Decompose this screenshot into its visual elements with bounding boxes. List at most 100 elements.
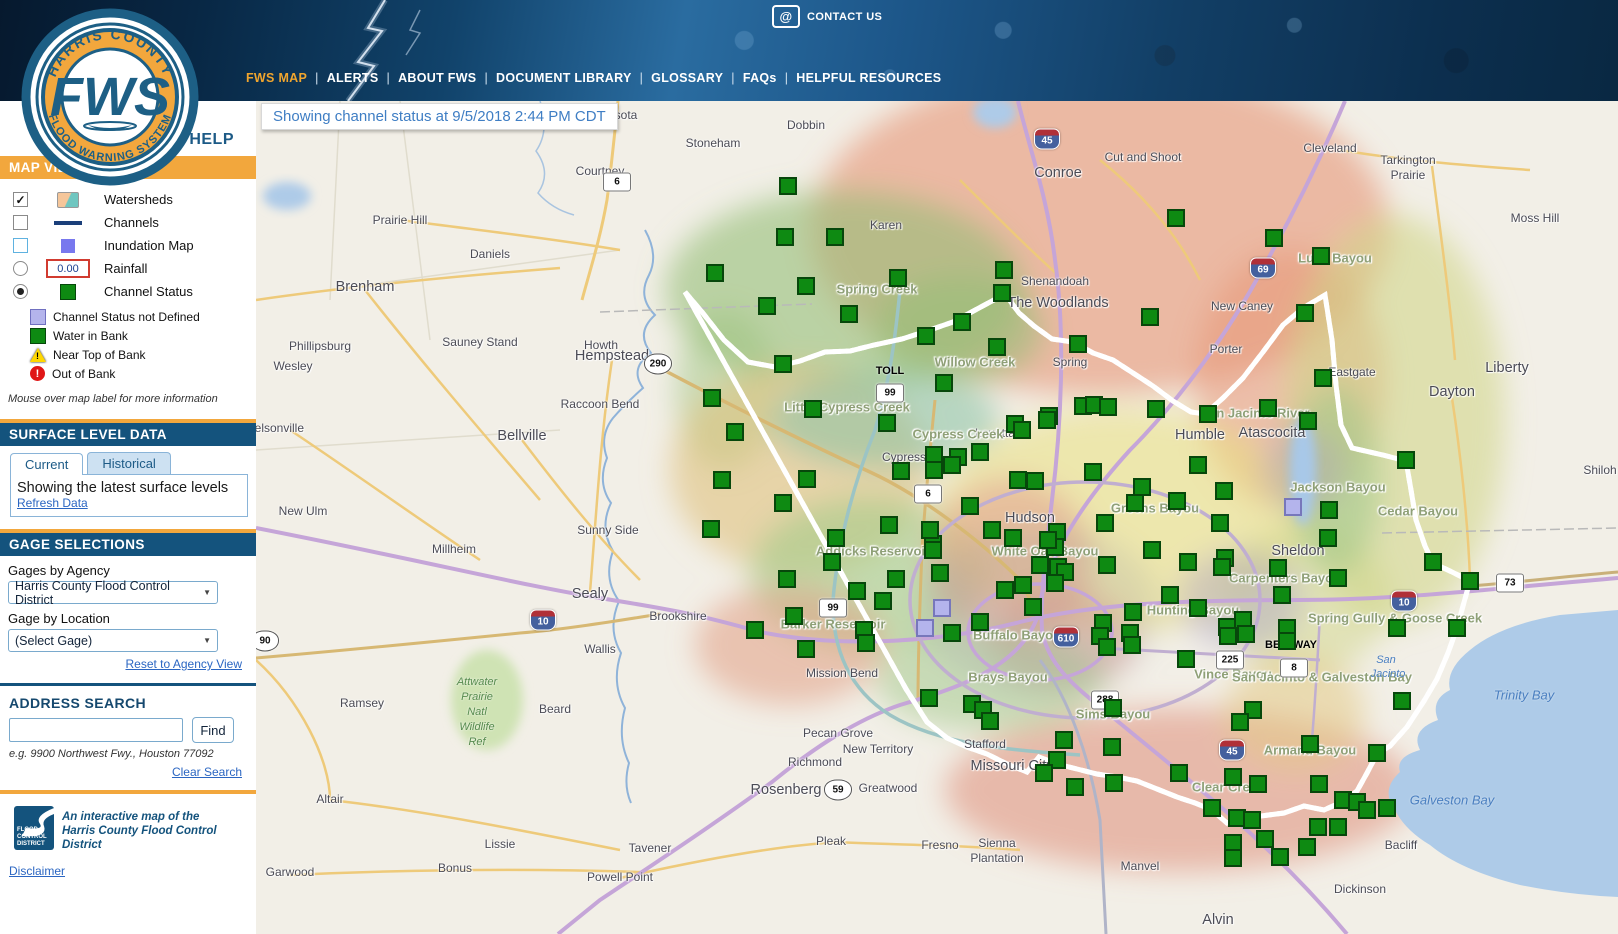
channel-status-marker-water-in-bank[interactable]: [823, 553, 841, 571]
channel-status-marker-water-in-bank[interactable]: [797, 277, 815, 295]
channel-status-marker-water-in-bank[interactable]: [1269, 559, 1287, 577]
channel-status-marker-water-in-bank[interactable]: [1224, 849, 1242, 867]
channel-status-marker-water-in-bank[interactable]: [889, 269, 907, 287]
channel-status-marker-water-in-bank[interactable]: [1124, 603, 1142, 621]
channel-status-marker-water-in-bank[interactable]: [1299, 412, 1317, 430]
channel-status-marker-water-in-bank[interactable]: [703, 389, 721, 407]
channel-status-marker-water-in-bank[interactable]: [1141, 308, 1159, 326]
channel-status-marker-water-in-bank[interactable]: [778, 570, 796, 588]
channel-status-marker-water-in-bank[interactable]: [993, 284, 1011, 302]
channel-status-marker-water-in-bank[interactable]: [1329, 569, 1347, 587]
channel-status-marker-water-in-bank[interactable]: [1211, 514, 1229, 532]
channel-status-marker-water-in-bank[interactable]: [1026, 472, 1044, 490]
location-dropdown[interactable]: (Select Gage) ▼: [8, 629, 218, 652]
channel-status-marker-water-in-bank[interactable]: [925, 461, 943, 479]
channel-status-marker-water-in-bank[interactable]: [1039, 531, 1057, 549]
inundation-map-checkbox[interactable]: [13, 238, 28, 253]
contact-us-button[interactable]: @ CONTACT US: [772, 5, 882, 28]
watersheds-checkbox[interactable]: ✓: [13, 192, 28, 207]
channel-status-marker-water-in-bank[interactable]: [983, 521, 1001, 539]
channel-status-marker-water-in-bank[interactable]: [797, 640, 815, 658]
nav-item-about-fws[interactable]: ABOUT FWS: [390, 68, 484, 88]
channel-status-marker-water-in-bank[interactable]: [887, 570, 905, 588]
channel-status-marker-water-in-bank[interactable]: [1123, 636, 1141, 654]
channel-status-marker-water-in-bank[interactable]: [1168, 492, 1186, 510]
nav-item-fws-map[interactable]: FWS MAP: [238, 68, 315, 88]
channel-status-marker-water-in-bank[interactable]: [1219, 627, 1237, 645]
rainfall-radio[interactable]: [13, 261, 28, 276]
channel-status-marker-water-in-bank[interactable]: [1259, 399, 1277, 417]
channel-status-marker-water-in-bank[interactable]: [776, 228, 794, 246]
channel-status-marker-water-in-bank[interactable]: [1066, 778, 1084, 796]
channel-status-marker-water-in-bank[interactable]: [1378, 799, 1396, 817]
disclaimer-link[interactable]: Disclaimer: [9, 864, 65, 878]
channel-status-marker-water-in-bank[interactable]: [874, 592, 892, 610]
channel-status-marker-water-in-bank[interactable]: [827, 529, 845, 547]
channel-status-marker-water-in-bank[interactable]: [1388, 619, 1406, 637]
channel-status-marker-water-in-bank[interactable]: [1231, 713, 1249, 731]
channel-status-marker-water-in-bank[interactable]: [1143, 541, 1161, 559]
channel-status-marker-water-in-bank[interactable]: [1368, 744, 1386, 762]
channel-status-marker-water-in-bank[interactable]: [1031, 556, 1049, 574]
channels-checkbox[interactable]: [13, 215, 28, 230]
channel-status-marker-water-in-bank[interactable]: [1448, 619, 1466, 637]
channel-status-marker-water-in-bank[interactable]: [726, 423, 744, 441]
channel-status-marker-water-in-bank[interactable]: [1273, 586, 1291, 604]
tab-historical[interactable]: Historical: [87, 452, 170, 474]
channel-status-marker-water-in-bank[interactable]: [1126, 494, 1144, 512]
find-button[interactable]: Find: [192, 717, 234, 743]
channel-status-marker-water-in-bank[interactable]: [1256, 830, 1274, 848]
channel-status-marker-water-in-bank[interactable]: [779, 177, 797, 195]
channel-status-marker-water-in-bank[interactable]: [1199, 405, 1217, 423]
channel-status-marker-water-in-bank[interactable]: [1035, 764, 1053, 782]
clear-search-link[interactable]: Clear Search: [172, 765, 242, 779]
channel-status-marker-water-in-bank[interactable]: [924, 541, 942, 559]
channel-status-marker-water-in-bank[interactable]: [1046, 574, 1064, 592]
channel-status-marker-water-in-bank[interactable]: [971, 613, 989, 631]
channel-status-marker-water-in-bank[interactable]: [971, 443, 989, 461]
channel-status-marker-water-in-bank[interactable]: [774, 355, 792, 373]
channel-status-marker-water-in-bank[interactable]: [1424, 553, 1442, 571]
nav-item-faqs[interactable]: FAQs: [735, 68, 785, 88]
map-canvas[interactable]: Showing channel status at 9/5/2018 2:44 …: [256, 101, 1618, 934]
channel-status-marker-water-in-bank[interactable]: [1161, 586, 1179, 604]
channel-status-marker-water-in-bank[interactable]: [1014, 576, 1032, 594]
channel-status-marker-water-in-bank[interactable]: [1104, 699, 1122, 717]
channel-status-marker-water-in-bank[interactable]: [1358, 801, 1376, 819]
channel-status-marker-water-in-bank[interactable]: [1069, 335, 1087, 353]
channel-status-marker-water-in-bank[interactable]: [746, 621, 764, 639]
channel-status-marker-water-in-bank[interactable]: [1009, 471, 1027, 489]
channel-status-marker-water-in-bank[interactable]: [920, 689, 938, 707]
channel-status-marker-water-in-bank[interactable]: [1215, 482, 1233, 500]
channel-status-marker-water-in-bank[interactable]: [996, 581, 1014, 599]
channel-status-marker-water-in-bank[interactable]: [931, 564, 949, 582]
channel-status-marker-water-in-bank[interactable]: [988, 338, 1006, 356]
channel-status-marker-water-in-bank[interactable]: [935, 374, 953, 392]
channel-status-marker-water-in-bank[interactable]: [1024, 598, 1042, 616]
channel-status-marker-water-in-bank[interactable]: [1461, 572, 1479, 590]
channel-status-marker-water-in-bank[interactable]: [774, 494, 792, 512]
channel-status-radio[interactable]: [13, 284, 28, 299]
channel-status-marker-water-in-bank[interactable]: [1013, 421, 1031, 439]
channel-status-marker-water-in-bank[interactable]: [1105, 774, 1123, 792]
channel-status-marker-water-in-bank[interactable]: [1096, 514, 1114, 532]
channel-status-marker-water-in-bank[interactable]: [981, 712, 999, 730]
channel-status-marker-water-in-bank[interactable]: [713, 471, 731, 489]
nav-item-glossary[interactable]: GLOSSARY: [643, 68, 731, 88]
channel-status-marker-water-in-bank[interactable]: [758, 297, 776, 315]
channel-status-marker-water-in-bank[interactable]: [1147, 400, 1165, 418]
channel-status-marker-not-defined[interactable]: [916, 619, 934, 637]
channel-status-marker-water-in-bank[interactable]: [1179, 553, 1197, 571]
channel-status-marker-water-in-bank[interactable]: [1084, 463, 1102, 481]
channel-status-marker-water-in-bank[interactable]: [878, 414, 896, 432]
channel-status-marker-water-in-bank[interactable]: [1329, 818, 1347, 836]
refresh-data-link[interactable]: Refresh Data: [17, 496, 88, 510]
channel-status-marker-water-in-bank[interactable]: [1309, 818, 1327, 836]
channel-status-marker-water-in-bank[interactable]: [880, 516, 898, 534]
channel-status-marker-water-in-bank[interactable]: [1237, 625, 1255, 643]
channel-status-marker-water-in-bank[interactable]: [1319, 529, 1337, 547]
channel-status-marker-water-in-bank[interactable]: [917, 327, 935, 345]
channel-status-marker-water-in-bank[interactable]: [1312, 247, 1330, 265]
channel-status-marker-water-in-bank[interactable]: [1167, 209, 1185, 227]
channel-status-marker-water-in-bank[interactable]: [1099, 398, 1117, 416]
